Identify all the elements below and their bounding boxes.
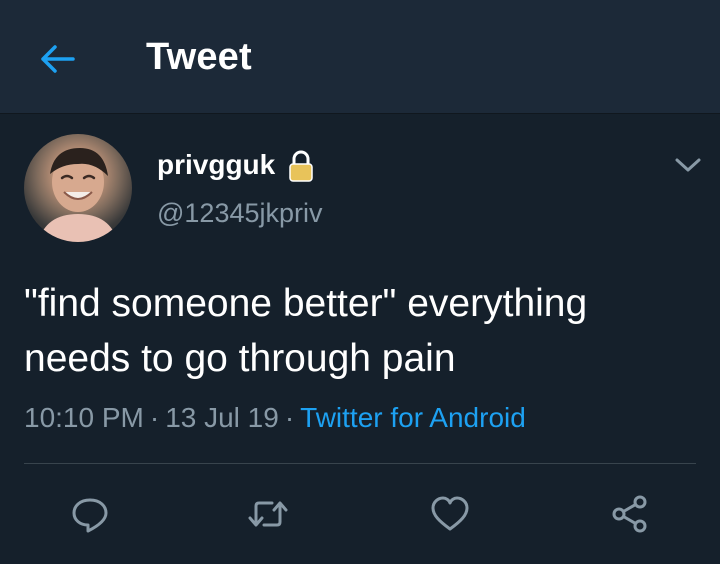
tweet-text: "find someone better" everything needs t… — [24, 282, 588, 380]
tweet-meta: 10:10 PM · 13 Jul 19 · Twitter for Android — [24, 402, 526, 434]
avatar[interactable] — [24, 134, 132, 242]
tweet-menu-button[interactable] — [670, 150, 706, 180]
arrow-left-icon — [41, 45, 75, 73]
reply-icon — [72, 498, 108, 533]
retweet-icon — [248, 501, 288, 527]
like-button[interactable] — [426, 490, 474, 538]
avatar-photo — [38, 148, 118, 242]
chevron-down-icon — [675, 158, 701, 172]
display-name[interactable]: privgguk — [157, 149, 275, 181]
tweet-time: 10:10 PM — [24, 402, 144, 433]
top-app-bar: Tweet — [0, 0, 720, 114]
meta-separator: · — [149, 402, 160, 433]
back-button[interactable] — [30, 32, 84, 86]
divider — [24, 463, 696, 464]
tweet-detail-screen: Tweet privgguk @12345jkpriv "find someon… — [0, 0, 720, 564]
like-heart-icon — [431, 496, 469, 531]
meta-separator: · — [284, 402, 295, 433]
reply-button[interactable] — [66, 490, 114, 538]
page-title: Tweet — [146, 36, 252, 78]
user-handle[interactable]: @12345jkpriv — [157, 198, 323, 229]
share-icon — [612, 495, 647, 533]
tweet-date: 13 Jul 19 — [165, 402, 279, 433]
retweet-button[interactable] — [244, 490, 292, 538]
share-button[interactable] — [606, 490, 654, 538]
lock-icon — [289, 150, 313, 182]
tweet-source-link[interactable]: Twitter for Android — [300, 402, 526, 433]
